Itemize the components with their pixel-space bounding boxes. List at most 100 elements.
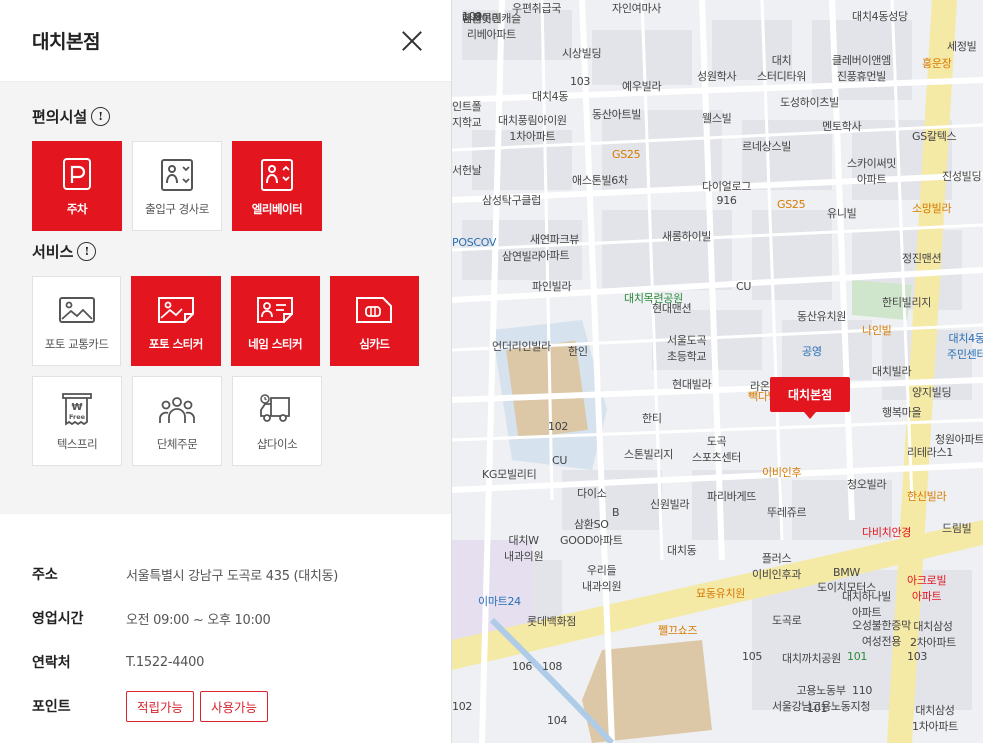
map-place-label: 우리들 내과의원 (582, 564, 622, 593)
map-place-label: 102 (548, 420, 569, 433)
service-shop-daiso: 샵다이소 (232, 376, 322, 466)
service-label: 포토 교통카드 (44, 337, 109, 351)
map-place-label: 현대맨션 (652, 302, 692, 315)
map-place-label: 웰스빌 (702, 112, 732, 125)
map-place-label: 대치W 내과의원 (504, 534, 544, 563)
group-order-icon (159, 397, 195, 423)
map-place-label: 103 (907, 650, 928, 663)
service-photo-sticker: 포토 스티커 (131, 276, 221, 366)
map-place-label: 유니빌 (827, 207, 857, 220)
service-label: 네임 스티커 (248, 337, 303, 351)
map-place-label: 한인 (568, 345, 588, 358)
services-title: 서비스 (32, 243, 74, 261)
contact-value[interactable]: T.1522-4400 (126, 655, 204, 670)
map-place-label: 삼성탁구클럽 (482, 194, 541, 207)
map-place-label: 신원빌라 (650, 498, 690, 511)
map-place-label: 예우빌라 (622, 80, 662, 93)
map-place-label: GS칼텍스 (912, 130, 957, 143)
map-place-label: 서헌날 (452, 164, 482, 177)
map-place-label: 동산유치원 (797, 310, 847, 323)
map-place-label: 103 (570, 75, 591, 88)
map-place-label: 대치삼성 2차아파트 (910, 620, 956, 649)
map-place-label: KG모빌리티 (482, 468, 537, 481)
service-label: 단체주문 (156, 437, 198, 451)
map-place-label: 나인빌 (862, 324, 892, 337)
parking-icon (63, 158, 91, 190)
map-place-label: 세정빌 (947, 40, 977, 53)
facilities-heading: 편의시설 ! (32, 106, 419, 127)
service-label: 텍스프리 (56, 437, 98, 451)
tax-free-currency-glyph: ₩ (71, 402, 82, 413)
map-place-label: 도곡로 (772, 614, 802, 627)
service-name-sticker: 네임 스티커 (230, 276, 320, 366)
store-map-marker[interactable]: 대치본점 (770, 377, 851, 419)
map-place-label: 정진맨션 (902, 252, 942, 265)
map-place-label: 한신빌라 (907, 490, 947, 503)
hours-value: 오전 09:00 ~ 오후 10:00 (126, 612, 271, 628)
sim-card-icon (356, 297, 393, 323)
facilities-title: 편의시설 (32, 108, 88, 126)
facility-elevator: 엘리베이터 (232, 141, 322, 231)
map-place-label: 롯데백화점 (527, 615, 577, 628)
map-place-label: 멘토학사 (822, 120, 862, 133)
points-row: 포인트 적립가능 사용가능 (32, 684, 419, 728)
contact-label: 연락처 (32, 655, 71, 671)
map-place-label: 애스톤빌6차 (572, 174, 628, 187)
store-map[interactable]: 우편취급국 자인여마사 대치4동성당 세정빌 시상빌딩 103 대치4동 예우빌라 성원학사 대치… (452, 0, 983, 743)
map-place-label: 도곡 스포츠센터 (692, 435, 742, 464)
name-sticker-icon (257, 297, 294, 323)
map-place-label: GS25 (777, 198, 806, 211)
map-place-label: 르네상스빌 (742, 140, 792, 153)
map-place-label: 클레버이앤엠 진풍휴먼빌 (832, 54, 891, 83)
map-place-label: 파인빌라 (532, 280, 572, 293)
map-place-label: 대치4동성당 (852, 10, 908, 23)
map-place-label: 이마트24 (478, 595, 521, 608)
map-place-label: 스카이써밋 아파트 (847, 157, 897, 186)
map-place-label: CU (736, 280, 752, 293)
facility-ramp: 출입구 경사로 (132, 141, 222, 231)
map-place-label: 현대빌라 (672, 378, 712, 391)
map-place-label: 인트폴 지학교 (452, 100, 482, 129)
map-place-label: 대치풍림아이원 1차아파트 (498, 114, 567, 143)
map-place-label: 스톤빌리지 (624, 448, 674, 461)
store-info-list: 주소 서울특별시 강남구 도곡로 435 (대치동) 영업시간 오전 09:00… (0, 514, 451, 728)
map-place-label: 한티빌리지 (882, 296, 932, 309)
features-section: 편의시설 ! 주차 출입구 경사로 엘리베이터 서비스 ! 포토 교통카드 포토… (0, 82, 451, 514)
delivery-truck-icon (260, 394, 290, 422)
map-place-label: 청오빌라 (847, 478, 887, 491)
map-place-label: 108 (542, 660, 563, 673)
map-place-label: 도성하이츠빌 (780, 96, 839, 109)
map-place-label: 대치4동 (532, 90, 569, 103)
photo-card-icon (58, 297, 95, 323)
map-place-label: POSCOV (452, 236, 497, 249)
tax-free-tag: Free (69, 413, 86, 421)
service-sim-card: 심카드 (329, 276, 419, 366)
map-place-label: 오성불한증막 여성전용 (852, 619, 911, 648)
map-place-label: 성원학사 (697, 70, 737, 83)
map-place-label: CU (552, 454, 568, 467)
map-place-label: 공영 (802, 345, 822, 358)
facility-parking: 주차 (32, 141, 122, 231)
facility-label: 엘리베이터 (251, 202, 303, 216)
facilities-info-icon[interactable]: ! (91, 107, 111, 126)
services-info-icon[interactable]: ! (77, 242, 97, 261)
map-place-label: 105 (742, 650, 763, 663)
map-place-label: 진성빌딩 (942, 170, 982, 183)
close-button[interactable] (401, 30, 423, 52)
map-place-label: 101 (807, 702, 828, 715)
services-row-1: 포토 교통카드 포토 스티커 네임 스티커 심카드 (32, 276, 419, 366)
map-place-label: 뚜레쥬르 (767, 506, 807, 519)
map-place-label: 아크로빌 아파트 (907, 574, 947, 603)
service-photo-card: 포토 교통카드 (32, 276, 122, 366)
map-place-label: 대치4동 주민센터 (947, 332, 983, 361)
map-place-label: 삼연빌라 (502, 250, 542, 263)
map-place-label: GS25 (612, 148, 641, 161)
map-place-label: 삼환SO GOOD아파트 (560, 518, 623, 547)
map-place-label: 양지빌딩 (912, 386, 952, 399)
map-place-label: 104 (547, 714, 568, 727)
service-label: 심카드 (359, 337, 390, 351)
services-heading: 서비스 ! (32, 241, 419, 262)
map-place-label: 청원아파트 (935, 433, 983, 446)
facility-label: 출입구 경사로 (145, 202, 209, 216)
map-place-label: 대치하나빌 아파트 (842, 590, 892, 619)
